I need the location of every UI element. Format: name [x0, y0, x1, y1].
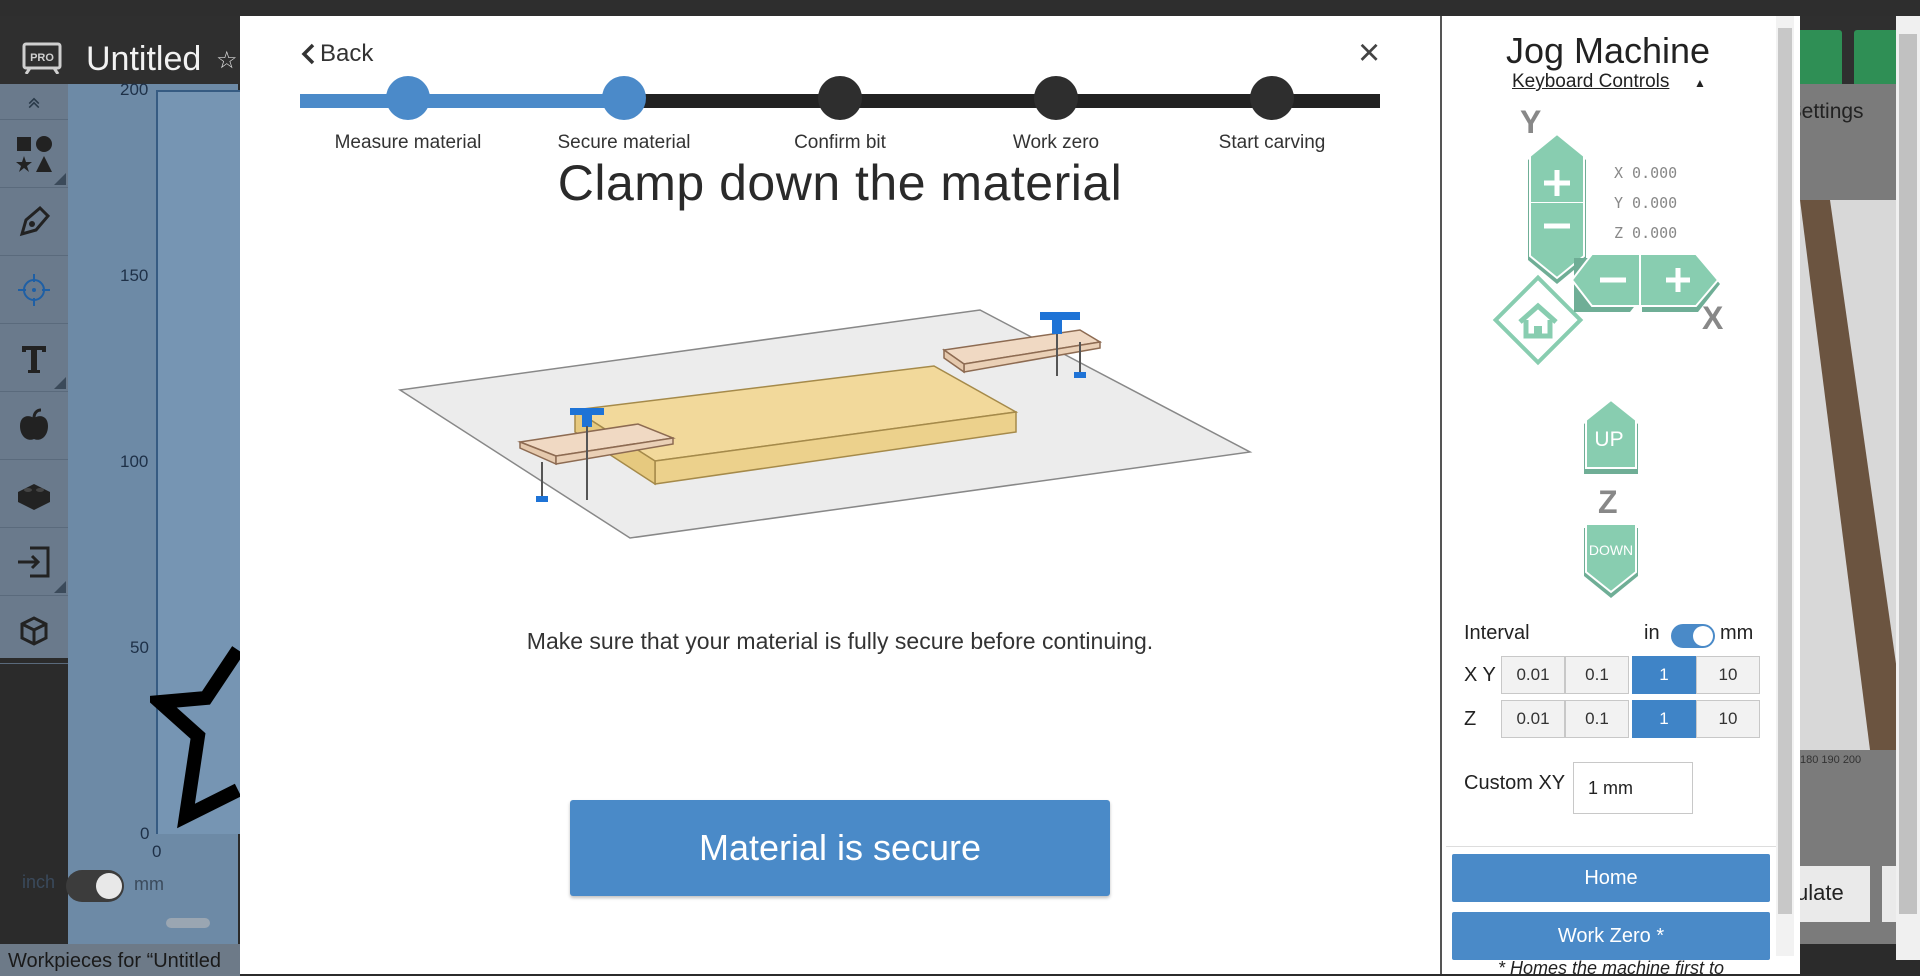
project-title[interactable]: Untitled — [86, 40, 201, 79]
axis-z-label: Z — [1598, 484, 1618, 520]
step-label: Confirm bit — [794, 132, 886, 153]
caret-up-icon[interactable]: ▲ — [1694, 76, 1706, 90]
lego-brick-icon[interactable] — [0, 460, 68, 528]
apple-icon[interactable] — [0, 392, 68, 460]
interval-z-label: Z — [1464, 708, 1477, 730]
step-title: Clamp down the material — [557, 155, 1123, 211]
shapes-tool-icon[interactable] — [0, 120, 68, 188]
coord-z: Z 0.000 — [1614, 224, 1678, 242]
step-dot — [602, 76, 646, 120]
simulate-button-bg[interactable]: ulate — [1790, 866, 1870, 922]
interval-z-option-selected[interactable]: 1 — [1632, 700, 1696, 738]
chevron-left-icon — [301, 43, 315, 65]
page-scrollbar-thumb[interactable] — [1899, 34, 1917, 914]
star-shape[interactable] — [150, 640, 240, 840]
ruler-y-label: 200 — [120, 80, 149, 99]
divider — [1446, 846, 1776, 847]
pro-logo-icon[interactable]: PRO — [20, 40, 64, 75]
pro-badge-text: PRO — [30, 52, 54, 64]
origin-tool-icon[interactable] — [0, 256, 68, 324]
material-secure-button[interactable]: Material is secure — [570, 800, 1110, 896]
ruler-x-label: 0 — [152, 842, 162, 861]
interval-xy-option[interactable]: 0.1 — [1565, 656, 1629, 694]
import-icon[interactable] — [0, 528, 68, 596]
interval-xy-option[interactable]: 0.01 — [1501, 656, 1565, 694]
work-zero-button[interactable]: Work Zero * — [1452, 912, 1770, 960]
home-note-text: * Homes the machine first to — [1497, 958, 1725, 974]
star-icon[interactable]: ☆ — [216, 46, 238, 75]
step-work-zero[interactable]: Work zero — [948, 76, 1164, 154]
step-confirm-bit[interactable]: Confirm bit — [732, 76, 948, 154]
carve-setup-modal: Back × Measure material Secure material … — [240, 16, 1440, 974]
preview-ruler: 180 190 200 — [1800, 754, 1862, 766]
step-label: Work zero — [1012, 132, 1100, 153]
coord-x: X 0.000 — [1614, 164, 1678, 182]
interval-z-option[interactable]: 10 — [1696, 700, 1760, 738]
coord-y: Y 0.000 — [1614, 194, 1678, 212]
interval-unit-toggle-knob — [1693, 626, 1713, 646]
unit-mm-label: mm — [134, 874, 164, 894]
step-dot — [1034, 76, 1078, 120]
clamp-illustration — [397, 309, 1253, 539]
keyboard-controls-link[interactable]: Keyboard Controls — [1512, 71, 1669, 93]
close-icon[interactable]: × — [1358, 34, 1380, 72]
ruler-y-label: 100 — [120, 452, 149, 471]
step-dot — [1250, 76, 1294, 120]
interval-label: Interval — [1464, 622, 1530, 644]
interval-unit-in: in — [1644, 622, 1660, 644]
step-start-carving[interactable]: Start carving — [1164, 76, 1380, 154]
custom-xy-input[interactable] — [1573, 762, 1693, 814]
jog-z-up-button[interactable]: UP — [1582, 400, 1640, 476]
home-button[interactable]: Home — [1452, 854, 1770, 902]
axis-x-label: X — [1702, 300, 1724, 336]
step-dot — [386, 76, 430, 120]
jog-z-down-button[interactable]: DOWN — [1582, 524, 1640, 600]
jog-title: Jog Machine — [1505, 30, 1711, 71]
unit-toggle-knob — [96, 873, 122, 899]
workpieces-title[interactable]: Workpieces for “Untitled — [8, 950, 240, 973]
z-down-label: DOWN — [1588, 542, 1634, 558]
jog-panel-scrollbar-thumb[interactable] — [1778, 28, 1792, 914]
interval-xy-option-selected[interactable]: 1 — [1632, 656, 1696, 694]
interval-z-option[interactable]: 0.01 — [1501, 700, 1565, 738]
collapse-toolbar-icon[interactable] — [0, 84, 68, 120]
interval-unit-mm: mm — [1720, 622, 1754, 644]
step-secure-material[interactable]: Secure material — [516, 76, 732, 154]
unit-inch-label: inch — [22, 872, 56, 892]
custom-xy-label: Custom XY — [1464, 772, 1566, 794]
interval-z-option[interactable]: 0.1 — [1565, 700, 1629, 738]
step-measure-material[interactable]: Measure material — [300, 76, 516, 154]
canvas-scroll-handle[interactable] — [166, 918, 210, 928]
interval-xy-option[interactable]: 10 — [1696, 656, 1760, 694]
pen-tool-icon[interactable] — [0, 188, 68, 256]
step-label: Start carving — [1218, 132, 1326, 153]
3d-preview[interactable] — [1800, 200, 1904, 750]
z-up-label: UP — [1594, 428, 1624, 451]
interval-xy-label: X Y — [1464, 664, 1496, 686]
back-label: Back — [320, 40, 374, 67]
3d-box-icon[interactable] — [0, 596, 68, 664]
left-toolbar — [0, 84, 68, 664]
ruler-y-label: 150 — [120, 266, 149, 285]
ruler-y-label: 0 — [140, 824, 150, 843]
step-label: Measure material — [334, 132, 482, 153]
jog-machine-panel: Jog Machine Keyboard Controls ▲ Y X X 0.… — [1440, 16, 1800, 974]
back-button[interactable]: Back — [300, 40, 373, 68]
step-dot — [818, 76, 862, 120]
step-label: Secure material — [557, 132, 691, 153]
browser-top-strip — [0, 0, 1920, 16]
ruler-y-label: 50 — [130, 638, 149, 657]
instruction-text: Make sure that your material is fully se… — [526, 628, 1154, 654]
text-tool-icon[interactable] — [0, 324, 68, 392]
